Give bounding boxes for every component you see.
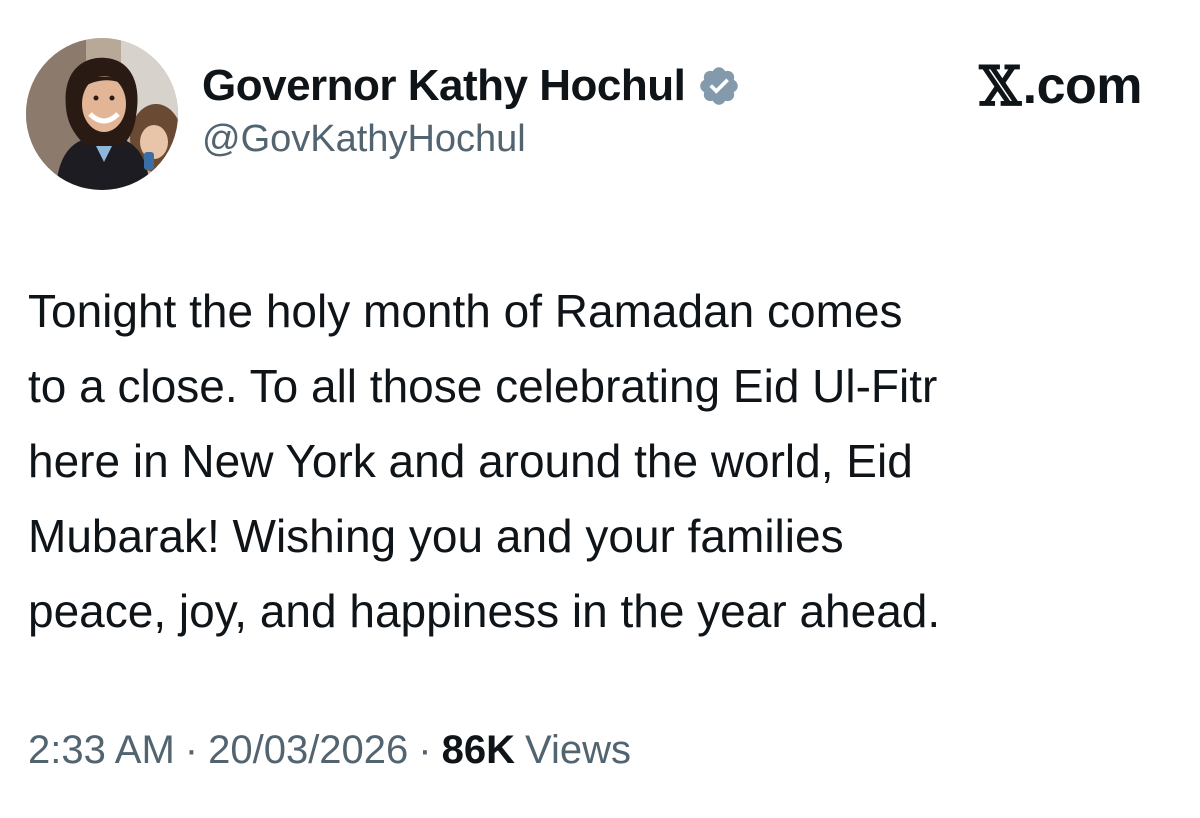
meta-separator: · (184, 728, 199, 772)
x-logo-icon: 𝕏 (979, 54, 1021, 118)
tweet-text-line: Tonight the holy month of Ramadan comes (28, 285, 903, 337)
tweet-text: Tonight the holy month of Ramadan comes … (28, 274, 1178, 649)
views-label: Views (525, 728, 631, 772)
tweet-text-line: peace, joy, and happiness in the year ah… (28, 585, 941, 637)
tweet-text-line: to a close. To all those celebrating Eid… (28, 360, 938, 412)
tweet-text-line: here in New York and around the world, E… (28, 435, 913, 487)
author-handle[interactable]: @GovKathyHochul (202, 118, 526, 161)
meta-separator: · (418, 728, 432, 772)
tweet-meta: 2:33 AM · 20/03/2026 · 86K Views (28, 728, 631, 773)
tweet-text-line: Mubarak! Wishing you and your families (28, 510, 844, 562)
x-com-logo: 𝕏 .com (979, 54, 1143, 118)
avatar[interactable] (26, 38, 178, 190)
views-count[interactable]: 86K (442, 728, 515, 773)
x-com-logo-text: .com (1022, 57, 1143, 115)
tweet-time[interactable]: 2:33 AM (28, 728, 175, 773)
verified-badge-icon[interactable] (697, 64, 741, 108)
tweet-date[interactable]: 20/03/2026 (208, 728, 408, 773)
avatar-photo (26, 38, 178, 190)
author-name-row: Governor Kathy Hochul (202, 54, 741, 118)
tweet-card: Governor Kathy Hochul @GovKathyHochul 𝕏 … (0, 0, 1200, 818)
display-name[interactable]: Governor Kathy Hochul (202, 61, 686, 111)
